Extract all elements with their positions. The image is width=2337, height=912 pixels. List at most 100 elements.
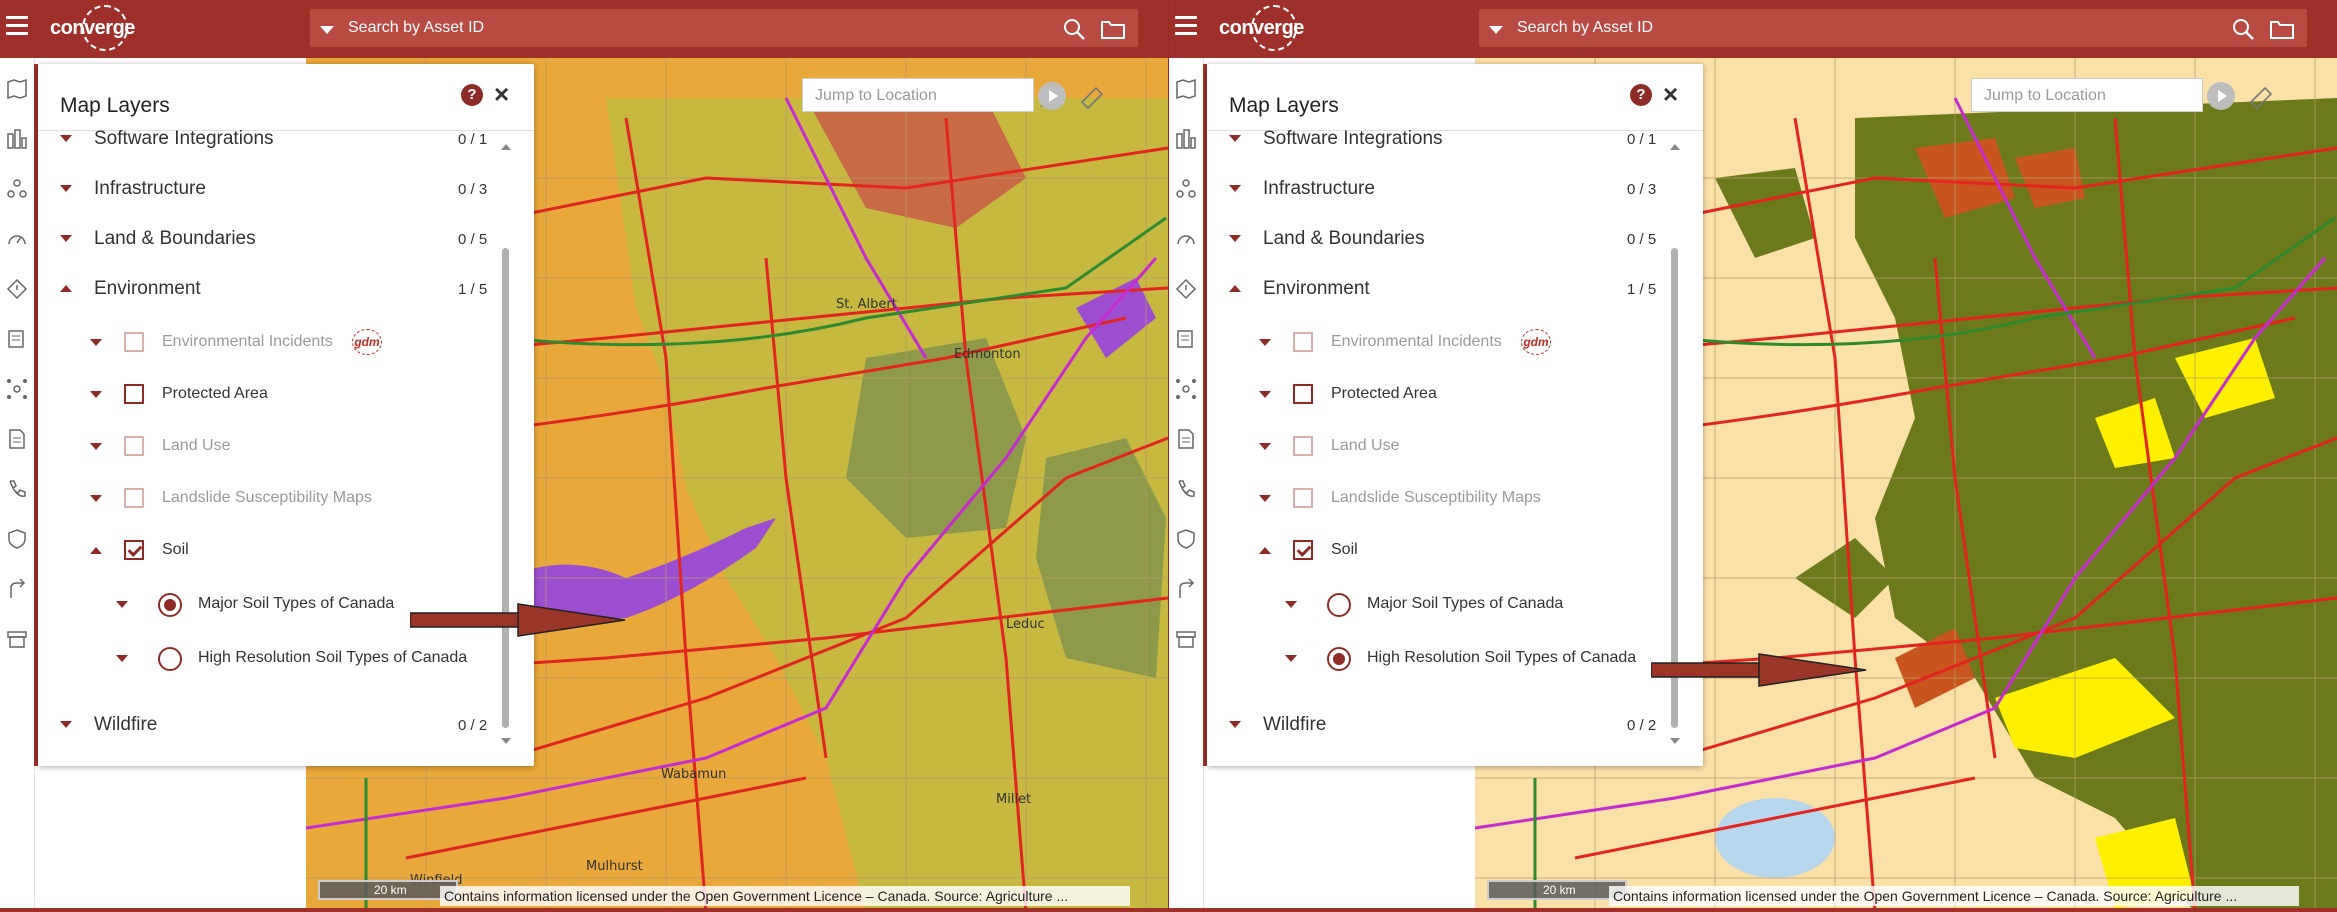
checkbox[interactable] [1293,384,1313,404]
chevron-down-icon[interactable] [1229,135,1241,142]
chevron-down-icon[interactable] [1259,391,1271,398]
soil-option-major[interactable]: Major Soil Types of Canada [1207,590,1657,620]
checkbox[interactable] [124,436,144,456]
checkbox[interactable] [1293,332,1313,352]
chevron-up-icon[interactable] [1229,285,1241,292]
checkbox[interactable] [124,332,144,352]
shield-icon[interactable] [6,528,28,550]
chevron-up-icon[interactable] [90,547,102,554]
folder-icon[interactable] [1100,18,1126,40]
chevron-down-icon[interactable] [60,721,72,728]
chevron-down-icon[interactable] [1259,495,1271,502]
gauge-icon[interactable] [1175,228,1197,250]
help-icon[interactable]: ? [1630,84,1652,106]
chevron-down-icon[interactable] [116,601,128,608]
chevron-down-icon[interactable] [60,135,72,142]
network-icon[interactable] [1175,178,1197,200]
layer-land-use[interactable]: Land Use [38,432,488,462]
jump-go-button[interactable] [1038,82,1066,110]
chevron-down-icon[interactable] [1285,655,1297,662]
map-icon[interactable] [1175,78,1197,100]
archive-icon[interactable] [6,628,28,650]
layer-protected-area[interactable]: Protected Area [1207,380,1657,410]
chevron-down-icon[interactable] [1229,721,1241,728]
radio[interactable] [158,647,182,671]
route-icon[interactable] [1175,578,1197,600]
nodes-icon[interactable] [6,378,28,400]
phone-icon[interactable] [6,478,28,500]
layer-group-infrastructure[interactable]: Infrastructure 0 / 3 [1207,174,1657,204]
layer-group-software-integrations[interactable]: Software Integrations 0 / 1 [1207,124,1657,154]
soil-option-high-resolution[interactable]: High Resolution Soil Types of Canada [1207,644,1657,674]
jump-go-button[interactable] [2207,82,2235,110]
document-icon[interactable] [1175,428,1197,450]
phone-icon[interactable] [1175,478,1197,500]
chevron-down-icon[interactable] [1259,443,1271,450]
measure-icon[interactable] [2249,86,2273,110]
checkbox-checked[interactable] [1293,540,1313,560]
search-dropdown-icon[interactable] [320,26,334,34]
search-icon[interactable] [1062,17,1086,41]
chevron-up-icon[interactable] [60,285,72,292]
chevron-down-icon[interactable] [1229,235,1241,242]
checkbox[interactable] [124,384,144,404]
layer-landslide-susceptibility[interactable]: Landslide Susceptibility Maps [1207,484,1657,514]
layer-group-land-boundaries[interactable]: Land & Boundaries 0 / 5 [38,224,488,254]
chevron-down-icon[interactable] [90,443,102,450]
asset-search-bar[interactable]: Search by Asset ID [1479,9,2307,47]
jump-to-location-input[interactable]: Jump to Location [1971,78,2203,112]
layer-environmental-incidents[interactable]: Environmental Incidents gdm [1207,328,1657,358]
search-icon[interactable] [2231,17,2255,41]
radio[interactable] [1327,593,1351,617]
dashboard-icon[interactable] [1175,128,1197,150]
radio-selected[interactable] [158,593,182,617]
layer-group-land-boundaries[interactable]: Land & Boundaries 0 / 5 [1207,224,1657,254]
search-dropdown-icon[interactable] [1489,26,1503,34]
chevron-down-icon[interactable] [90,339,102,346]
layer-group-environment[interactable]: Environment 1 / 5 [1207,274,1657,304]
layer-group-wildfire[interactable]: Wildfire 0 / 2 [1207,710,1657,740]
chevron-down-icon[interactable] [60,185,72,192]
chevron-down-icon[interactable] [1259,339,1271,346]
hamburger-menu-icon[interactable] [6,16,28,36]
layer-soil[interactable]: Soil [38,536,488,566]
chevron-down-icon[interactable] [116,655,128,662]
network-icon[interactable] [6,178,28,200]
layer-group-environment[interactable]: Environment 1 / 5 [38,274,488,304]
close-icon[interactable]: × [1663,80,1678,108]
warning-icon[interactable] [6,278,28,300]
map-icon[interactable] [6,78,28,100]
asset-search-bar[interactable]: Search by Asset ID [310,9,1138,47]
layer-soil[interactable]: Soil [1207,536,1657,566]
soil-option-high-resolution[interactable]: High Resolution Soil Types of Canada [38,644,488,674]
layer-group-software-integrations[interactable]: Software Integrations 0 / 1 [38,124,488,154]
route-icon[interactable] [6,578,28,600]
report-icon[interactable] [6,328,28,350]
layer-landslide-susceptibility[interactable]: Landslide Susceptibility Maps [38,484,488,514]
layer-land-use[interactable]: Land Use [1207,432,1657,462]
chevron-down-icon[interactable] [90,391,102,398]
checkbox[interactable] [124,488,144,508]
checkbox[interactable] [1293,436,1313,456]
dashboard-icon[interactable] [6,128,28,150]
layer-protected-area[interactable]: Protected Area [38,380,488,410]
checkbox-checked[interactable] [124,540,144,560]
shield-icon[interactable] [1175,528,1197,550]
chevron-up-icon[interactable] [1259,547,1271,554]
folder-icon[interactable] [2269,18,2295,40]
radio-selected[interactable] [1327,647,1351,671]
layer-group-infrastructure[interactable]: Infrastructure 0 / 3 [38,174,488,204]
measure-icon[interactable] [1080,86,1104,110]
document-icon[interactable] [6,428,28,450]
checkbox[interactable] [1293,488,1313,508]
layer-environmental-incidents[interactable]: Environmental Incidents gdm [38,328,488,358]
nodes-icon[interactable] [1175,378,1197,400]
chevron-down-icon[interactable] [60,235,72,242]
chevron-down-icon[interactable] [1229,185,1241,192]
report-icon[interactable] [1175,328,1197,350]
jump-to-location-input[interactable]: Jump to Location [802,78,1034,112]
layer-group-wildfire[interactable]: Wildfire 0 / 2 [38,710,488,740]
warning-icon[interactable] [1175,278,1197,300]
help-icon[interactable]: ? [461,84,483,106]
gauge-icon[interactable] [6,228,28,250]
